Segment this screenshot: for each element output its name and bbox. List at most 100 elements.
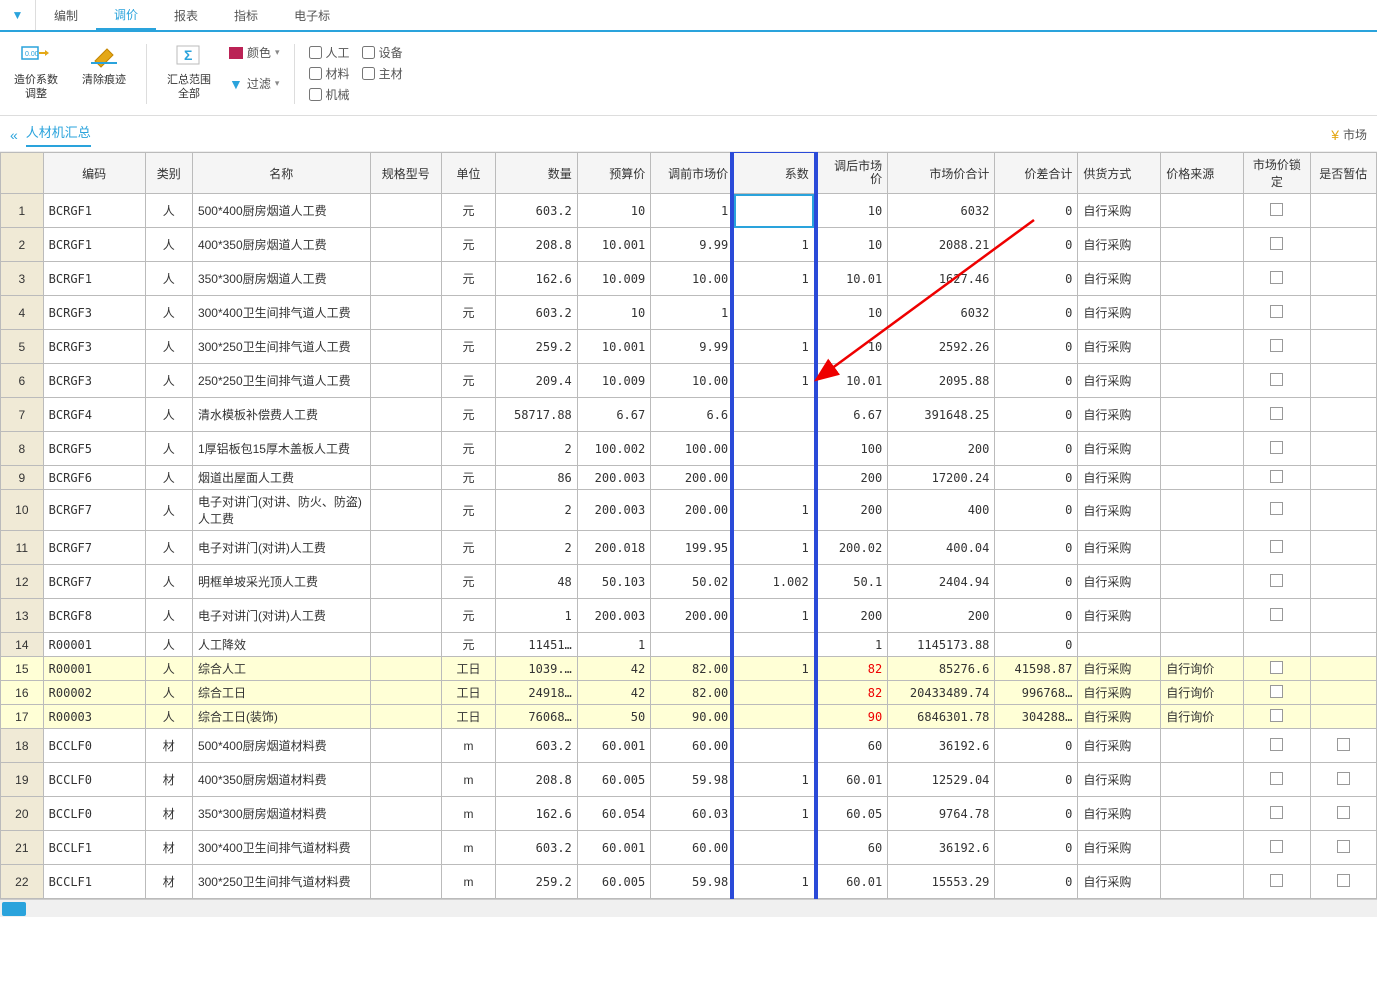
checkbox-equipment[interactable]: 设备 bbox=[362, 44, 403, 61]
temp-cell[interactable] bbox=[1310, 705, 1376, 729]
cell[interactable]: 10.001 bbox=[577, 330, 650, 364]
cell[interactable]: 人 bbox=[145, 466, 192, 490]
col-supply[interactable]: 供货方式 bbox=[1078, 153, 1161, 194]
cell[interactable] bbox=[1161, 194, 1244, 228]
table-row[interactable]: 15R00001人综合人工工日1039.…4282.0018285276.641… bbox=[1, 657, 1377, 681]
cell[interactable]: m bbox=[441, 729, 496, 763]
table-row[interactable]: 10BCRGF7人电子对讲门(对讲、防火、防盗)人工费元2200.003200.… bbox=[1, 490, 1377, 531]
menu-dropdown-icon[interactable]: ▼ bbox=[0, 0, 36, 30]
cell[interactable]: 18 bbox=[1, 729, 44, 763]
checkbox-icon[interactable] bbox=[1270, 373, 1283, 386]
cell[interactable]: 603.2 bbox=[496, 296, 578, 330]
cell[interactable]: 199.95 bbox=[651, 531, 734, 565]
cell[interactable]: 6032 bbox=[888, 296, 995, 330]
cell[interactable]: 60.03 bbox=[651, 797, 734, 831]
cell[interactable]: 60.00 bbox=[651, 831, 734, 865]
cell[interactable]: 自行采购 bbox=[1078, 228, 1161, 262]
lock-cell[interactable] bbox=[1244, 364, 1310, 398]
cell[interactable]: 电子对讲门(对讲)人工费 bbox=[192, 599, 370, 633]
cell[interactable]: 76068… bbox=[496, 705, 578, 729]
checkbox-icon[interactable] bbox=[1270, 339, 1283, 352]
cell[interactable] bbox=[734, 729, 815, 763]
cell[interactable]: 元 bbox=[441, 599, 496, 633]
cell[interactable]: 人 bbox=[145, 262, 192, 296]
scrollbar-thumb[interactable] bbox=[2, 902, 26, 916]
cell[interactable]: 电子对讲门(对讲)人工费 bbox=[192, 531, 370, 565]
checkbox-icon[interactable] bbox=[1270, 661, 1283, 674]
cell[interactable]: 自行询价 bbox=[1161, 705, 1244, 729]
cell[interactable] bbox=[370, 865, 441, 899]
lock-cell[interactable] bbox=[1244, 330, 1310, 364]
cell[interactable]: BCCLF0 bbox=[43, 729, 145, 763]
cell[interactable]: 自行采购 bbox=[1078, 599, 1161, 633]
temp-cell[interactable] bbox=[1310, 398, 1376, 432]
cell[interactable]: 2 bbox=[496, 531, 578, 565]
cell[interactable]: 9 bbox=[1, 466, 44, 490]
checkbox-icon[interactable] bbox=[1270, 709, 1283, 722]
checkbox-icon[interactable] bbox=[1270, 772, 1283, 785]
cell[interactable]: 10 bbox=[577, 296, 650, 330]
cell[interactable]: BCRGF8 bbox=[43, 599, 145, 633]
cell[interactable]: 综合工日(装饰) bbox=[192, 705, 370, 729]
cell[interactable]: 自行采购 bbox=[1078, 262, 1161, 296]
cell[interactable]: 60.001 bbox=[577, 729, 650, 763]
col-budget[interactable]: 预算价 bbox=[577, 153, 650, 194]
table-row[interactable]: 3BCRGF1人350*300厨房烟道人工费元162.610.00910.001… bbox=[1, 262, 1377, 296]
cell[interactable] bbox=[370, 194, 441, 228]
cell[interactable]: 元 bbox=[441, 398, 496, 432]
cost-factor-adjust-button[interactable]: 0.00 造价系数 调整 bbox=[8, 38, 64, 106]
cell[interactable]: 86 bbox=[496, 466, 578, 490]
checkbox-main-material[interactable]: 主材 bbox=[362, 65, 403, 82]
cell[interactable] bbox=[1078, 633, 1161, 657]
cell[interactable]: 200.02 bbox=[814, 531, 887, 565]
cell[interactable]: 1 bbox=[734, 599, 815, 633]
cell[interactable] bbox=[370, 228, 441, 262]
cell[interactable]: R00001 bbox=[43, 633, 145, 657]
cell[interactable] bbox=[734, 296, 815, 330]
cell[interactable]: 82.00 bbox=[651, 681, 734, 705]
cell[interactable]: 15553.29 bbox=[888, 865, 995, 899]
col-code[interactable]: 编码 bbox=[43, 153, 145, 194]
cell[interactable]: m bbox=[441, 865, 496, 899]
temp-cell[interactable] bbox=[1310, 657, 1376, 681]
cell[interactable]: 60.01 bbox=[814, 865, 887, 899]
cell[interactable]: 100.00 bbox=[651, 432, 734, 466]
lock-cell[interactable] bbox=[1244, 763, 1310, 797]
cell[interactable]: 人 bbox=[145, 599, 192, 633]
cell[interactable] bbox=[734, 398, 815, 432]
cell[interactable]: 10.009 bbox=[577, 262, 650, 296]
cell[interactable] bbox=[370, 490, 441, 531]
col-coefficient[interactable]: 系数 bbox=[734, 153, 815, 194]
cell[interactable]: 10 bbox=[814, 228, 887, 262]
cell[interactable]: m bbox=[441, 797, 496, 831]
cell[interactable]: 人 bbox=[145, 432, 192, 466]
checkbox-icon[interactable] bbox=[1337, 874, 1350, 887]
cell[interactable]: 0 bbox=[995, 330, 1078, 364]
cell[interactable]: 自行采购 bbox=[1078, 865, 1161, 899]
cell[interactable]: 60.001 bbox=[577, 831, 650, 865]
cell[interactable]: 6846301.78 bbox=[888, 705, 995, 729]
temp-cell[interactable] bbox=[1310, 599, 1376, 633]
cell[interactable]: BCRGF5 bbox=[43, 432, 145, 466]
cell[interactable] bbox=[370, 296, 441, 330]
cell[interactable]: 208.8 bbox=[496, 228, 578, 262]
table-row[interactable]: 19BCCLF0材400*350厨房烟道材料费m208.860.00559.98… bbox=[1, 763, 1377, 797]
cell[interactable]: BCRGF7 bbox=[43, 531, 145, 565]
temp-cell[interactable] bbox=[1310, 296, 1376, 330]
cell[interactable]: 自行采购 bbox=[1078, 194, 1161, 228]
cell[interactable]: 人工降效 bbox=[192, 633, 370, 657]
cell[interactable]: 5 bbox=[1, 330, 44, 364]
cell[interactable]: 1 bbox=[734, 262, 815, 296]
cell[interactable]: 自行采购 bbox=[1078, 364, 1161, 398]
cell[interactable]: 90 bbox=[814, 705, 887, 729]
cell[interactable]: 0 bbox=[995, 865, 1078, 899]
cell[interactable]: 0 bbox=[995, 565, 1078, 599]
cell[interactable]: 200 bbox=[888, 599, 995, 633]
cell[interactable] bbox=[734, 831, 815, 865]
cell[interactable] bbox=[370, 599, 441, 633]
cell[interactable]: 50.02 bbox=[651, 565, 734, 599]
checkbox-icon[interactable] bbox=[1270, 874, 1283, 887]
cell[interactable]: 10.00 bbox=[651, 364, 734, 398]
cell[interactable]: 自行采购 bbox=[1078, 330, 1161, 364]
cell[interactable]: 自行采购 bbox=[1078, 729, 1161, 763]
